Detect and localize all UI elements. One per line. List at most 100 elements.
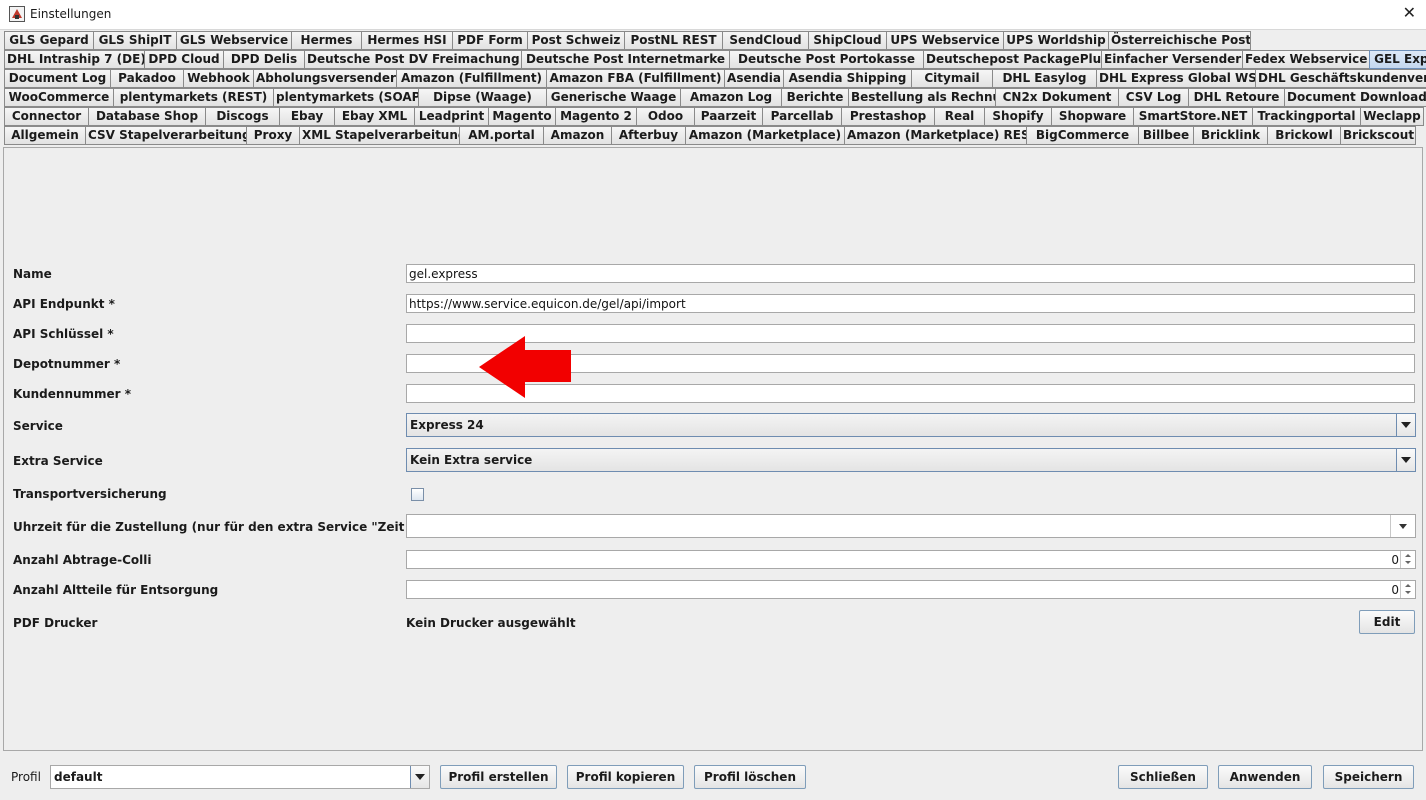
tab-gel-express[interactable]: GEL Express xyxy=(1369,50,1426,69)
tab-ebay[interactable]: Ebay xyxy=(279,107,334,126)
tab-am-portal[interactable]: AM.portal xyxy=(459,126,543,145)
tab-ups-webservice[interactable]: UPS Webservice xyxy=(886,31,1003,50)
tab-dpd-cloud[interactable]: DPD Cloud xyxy=(144,50,223,69)
tab-trackingportal[interactable]: Trackingportal xyxy=(1252,107,1360,126)
tab-ups-worldship[interactable]: UPS Worldship xyxy=(1003,31,1108,50)
tab-brickowl[interactable]: Brickowl xyxy=(1267,126,1340,145)
tab-csv-stapelverarbeitung[interactable]: CSV Stapelverarbeitung xyxy=(85,126,246,145)
tab-magento[interactable]: Magento xyxy=(488,107,555,126)
tab-discogs[interactable]: Discogs xyxy=(205,107,279,126)
tab-fedex-webservice[interactable]: Fedex Webservice xyxy=(1242,50,1369,69)
close-icon[interactable]: ✕ xyxy=(1403,4,1416,22)
tab-hermes-hsi[interactable]: Hermes HSI xyxy=(361,31,452,50)
tab-weclapp[interactable]: Weclapp xyxy=(1360,107,1424,126)
tab-shopware[interactable]: Shopware xyxy=(1051,107,1133,126)
tab-deutsche-post-portokasse[interactable]: Deutsche Post Portokasse xyxy=(729,50,923,69)
tab-dhl-easylog[interactable]: DHL Easylog xyxy=(992,69,1096,88)
tab-bigcommerce[interactable]: BigCommerce xyxy=(1026,126,1138,145)
delete-profile-button[interactable]: Profil löschen xyxy=(694,765,806,789)
tab-dpd-delis[interactable]: DPD Delis xyxy=(223,50,304,69)
spinner-buttons[interactable] xyxy=(1400,551,1415,568)
tab-csv-log[interactable]: CSV Log xyxy=(1118,88,1188,107)
tab-ebay-xml[interactable]: Ebay XML xyxy=(334,107,414,126)
tab-xml-stapelverarbeitung[interactable]: XML Stapelverarbeitung xyxy=(299,126,459,145)
old-parts-spinner[interactable]: 0 xyxy=(406,580,1416,599)
service-select[interactable]: Express 24 xyxy=(406,413,1416,437)
tab-gls-gepard[interactable]: GLS Gepard xyxy=(4,31,93,50)
tab-paarzeit[interactable]: Paarzeit xyxy=(694,107,762,126)
tab-brickscout[interactable]: Brickscout xyxy=(1340,126,1416,145)
tab-österreichische-post[interactable]: Österreichische Post xyxy=(1108,31,1251,50)
arrow-up-icon[interactable] xyxy=(1405,584,1411,587)
pickup-colli-spinner[interactable]: 0 xyxy=(406,550,1416,569)
arrow-up-icon[interactable] xyxy=(1405,554,1411,557)
tab-plentymarkets-rest[interactable]: plentymarkets (REST) xyxy=(113,88,273,107)
delivery-time-select[interactable] xyxy=(406,514,1416,538)
api-endpoint-field[interactable] xyxy=(406,294,1415,313)
tab-sendcloud[interactable]: SendCloud xyxy=(722,31,808,50)
tab-amazon-marketplace-rest[interactable]: Amazon (Marketplace) REST xyxy=(844,126,1026,145)
tab-amazon-fba-fulfillment[interactable]: Amazon FBA (Fulfillment) xyxy=(546,69,724,88)
tab-amazon-log[interactable]: Amazon Log xyxy=(680,88,781,107)
tab-post-schweiz[interactable]: Post Schweiz xyxy=(527,31,624,50)
tab-generische-waage[interactable]: Generische Waage xyxy=(546,88,680,107)
transport-insurance-checkbox[interactable] xyxy=(411,488,424,501)
tab-afterbuy[interactable]: Afterbuy xyxy=(611,126,685,145)
tab-dhl-intraship-7-de[interactable]: DHL Intraship 7 (DE) xyxy=(4,50,144,69)
tab-shipcloud[interactable]: ShipCloud xyxy=(808,31,886,50)
chevron-down-icon[interactable] xyxy=(1396,449,1415,471)
tab-amazon-fulfillment[interactable]: Amazon (Fulfillment) xyxy=(396,69,546,88)
copy-profile-button[interactable]: Profil kopieren xyxy=(567,765,684,789)
tab-pdf-form[interactable]: PDF Form xyxy=(452,31,527,50)
chevron-down-icon[interactable] xyxy=(1396,414,1415,436)
spinner-buttons[interactable] xyxy=(1400,581,1415,598)
chevron-down-icon[interactable] xyxy=(410,766,429,788)
create-profile-button[interactable]: Profil erstellen xyxy=(440,765,557,789)
tab-asendia-shipping[interactable]: Asendia Shipping xyxy=(783,69,911,88)
save-button[interactable]: Speichern xyxy=(1323,765,1414,789)
tab-allgemein[interactable]: Allgemein xyxy=(4,126,85,145)
tab-dhl-geschäftskundenversand[interactable]: DHL Geschäftskundenversand xyxy=(1255,69,1426,88)
extra-service-select[interactable]: Kein Extra service xyxy=(406,448,1416,472)
edit-button[interactable]: Edit xyxy=(1359,610,1415,634)
apply-button[interactable]: Anwenden xyxy=(1218,765,1312,789)
tab-citymail[interactable]: Citymail xyxy=(911,69,992,88)
tab-postnl-rest[interactable]: PostNL REST xyxy=(624,31,722,50)
tab-hermes[interactable]: Hermes xyxy=(291,31,361,50)
tab-document-downloader[interactable]: Document Downloader xyxy=(1284,88,1426,107)
tab-amazon[interactable]: Amazon xyxy=(543,126,611,145)
tab-database-shop[interactable]: Database Shop xyxy=(88,107,205,126)
tab-cn2x-dokument[interactable]: CN2x Dokument xyxy=(995,88,1118,107)
tab-odoo[interactable]: Odoo xyxy=(636,107,694,126)
tab-einfacher-versender[interactable]: Einfacher Versender xyxy=(1101,50,1242,69)
close-button[interactable]: Schließen xyxy=(1118,765,1208,789)
tab-gls-shipit[interactable]: GLS ShipIT xyxy=(93,31,176,50)
tab-deutschepost-packageplus[interactable]: Deutschepost PackagePlus xyxy=(923,50,1101,69)
tab-parcellab[interactable]: Parcellab xyxy=(762,107,841,126)
tab-dhl-retoure[interactable]: DHL Retoure xyxy=(1188,88,1284,107)
tab-prestashop[interactable]: Prestashop xyxy=(841,107,934,126)
tab-amazon-marketplace[interactable]: Amazon (Marketplace) xyxy=(685,126,844,145)
tab-pakadoo[interactable]: Pakadoo xyxy=(110,69,183,88)
tab-deutsche-post-internetmarke[interactable]: Deutsche Post Internetmarke xyxy=(521,50,729,69)
chevron-down-icon[interactable] xyxy=(1390,515,1415,537)
tab-bricklink[interactable]: Bricklink xyxy=(1193,126,1267,145)
tab-magento-2[interactable]: Magento 2 xyxy=(555,107,636,126)
tab-dhl-express-global-ws[interactable]: DHL Express Global WS xyxy=(1096,69,1255,88)
arrow-down-icon[interactable] xyxy=(1405,591,1411,594)
tab-billbee[interactable]: Billbee xyxy=(1138,126,1193,145)
tab-webhook[interactable]: Webhook xyxy=(183,69,253,88)
arrow-down-icon[interactable] xyxy=(1405,561,1411,564)
tab-connector[interactable]: Connector xyxy=(4,107,88,126)
tab-plentymarkets-soap[interactable]: plentymarkets (SOAP) xyxy=(273,88,418,107)
tab-bestellung-als-rechnung[interactable]: Bestellung als Rechnung xyxy=(848,88,995,107)
tab-abholungsversender[interactable]: Abholungsversender xyxy=(253,69,396,88)
tab-gls-webservice[interactable]: GLS Webservice xyxy=(176,31,291,50)
tab-leadprint[interactable]: Leadprint xyxy=(414,107,488,126)
tab-woocommerce[interactable]: WooCommerce xyxy=(4,88,113,107)
tab-berichte[interactable]: Berichte xyxy=(781,88,848,107)
name-field[interactable] xyxy=(406,264,1415,283)
tab-proxy[interactable]: Proxy xyxy=(246,126,299,145)
tab-dipse-waage[interactable]: Dipse (Waage) xyxy=(418,88,546,107)
tab-deutsche-post-dv-freimachung[interactable]: Deutsche Post DV Freimachung xyxy=(304,50,521,69)
